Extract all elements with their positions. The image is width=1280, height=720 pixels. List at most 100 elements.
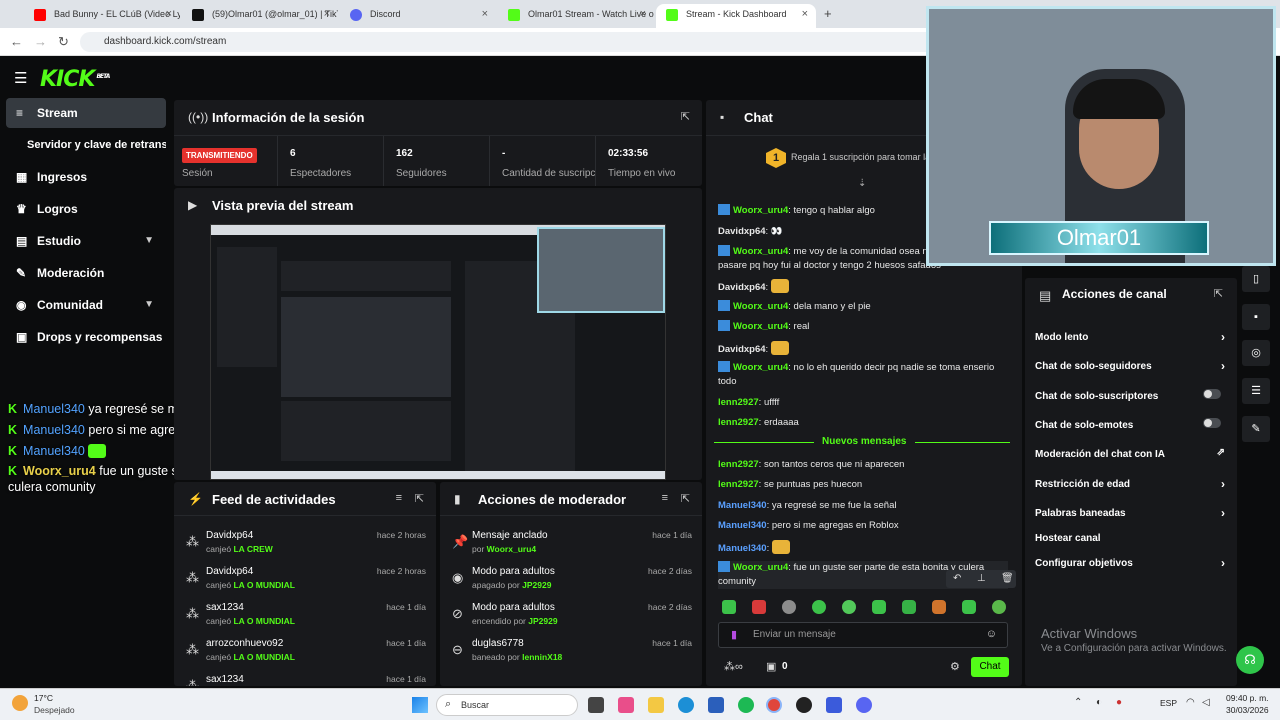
sidebar-item-moderation[interactable]: ✎ Moderación — [6, 258, 166, 288]
pin-icon[interactable]: ⊥ — [977, 573, 986, 584]
kick-badge-icon — [718, 320, 730, 331]
expand-icon[interactable]: ⇱ — [415, 492, 424, 505]
kick-logo[interactable]: KICK BETA — [40, 67, 110, 92]
action-banned-words[interactable]: Palabras baneadas › — [1035, 506, 1225, 520]
settings-icon[interactable]: ⚙ — [950, 660, 960, 673]
filter-icon[interactable]: ≡ — [662, 492, 668, 504]
wifi-icon[interactable]: ◠ — [1186, 697, 1195, 708]
emote-icon[interactable] — [932, 600, 946, 614]
emote-icon[interactable] — [902, 600, 916, 614]
action-slow-mode[interactable]: Modo lento › — [1035, 330, 1225, 344]
users-icon[interactable]: ⁂∞ — [724, 660, 743, 673]
rail-wrench-icon[interactable]: ✎ — [1242, 416, 1270, 442]
sidebar-item-studio[interactable]: ▤ Estudio ▼ — [6, 226, 166, 256]
emote-icon[interactable] — [872, 600, 886, 614]
expand-icon[interactable]: ⇱ — [681, 492, 690, 505]
activity-feed-panel: ⚡ Feed de actividades ≡ ⇱ ⁂ Davidxp64 canj… — [174, 482, 436, 686]
emote-icon[interactable] — [782, 600, 796, 614]
stat-subscriptions: -Cantidad de suscripciones — [490, 136, 596, 186]
pin-icon: 📌 — [452, 534, 469, 549]
back-icon[interactable]: ← — [10, 34, 23, 49]
browser-tab-active[interactable]: Stream - Kick Dashboard × — [656, 4, 816, 28]
revenue-icon: ▦ — [16, 170, 28, 184]
task-view-icon[interactable] — [588, 697, 604, 713]
chevron-up-icon[interactable]: ⌃ — [1074, 697, 1082, 708]
help-icon[interactable]: ☊ — [1236, 646, 1264, 674]
expand-icon[interactable]: ⇱ — [681, 110, 690, 123]
sub-gift-banner[interactable]: Regala 1 suscripción para tomar la — [791, 152, 930, 162]
sidebar-item-drops[interactable]: ▣ Drops y recompensas — [6, 322, 166, 352]
delete-icon[interactable]: 🗑 — [1001, 573, 1014, 584]
trophy-icon: ♛ — [16, 202, 27, 216]
tray-icon[interactable]: ● — [1116, 697, 1122, 708]
close-tab-icon[interactable]: × — [482, 4, 488, 24]
chrome-icon[interactable] — [766, 697, 782, 713]
emote-icon[interactable] — [992, 600, 1006, 614]
close-tab-icon[interactable]: × — [802, 4, 808, 24]
action-followers-only[interactable]: Chat de solo-seguidores › — [1035, 359, 1225, 373]
sidebar-item-community[interactable]: ◉ Comunidad ▼ — [6, 290, 166, 320]
scroll-arrow-icon[interactable]: ⇣ — [858, 178, 866, 189]
emote-icon[interactable] — [722, 600, 736, 614]
url-field[interactable]: dashboard.kick.com/stream — [80, 32, 960, 52]
emote-icon[interactable] — [842, 600, 856, 614]
clock-date[interactable]: 30/03/2026 — [1226, 705, 1269, 715]
close-tab-icon[interactable]: × — [324, 4, 330, 24]
sidebar-item-revenue[interactable]: ▦ Ingresos — [6, 162, 166, 192]
emote-icon[interactable] — [962, 600, 976, 614]
rail-broadcast-icon[interactable]: ◎ — [1242, 340, 1270, 366]
expand-icon[interactable]: ⇱ — [1214, 287, 1223, 300]
rail-chat-icon[interactable]: ▪ — [1242, 304, 1270, 330]
reply-icon[interactable]: ↶ — [953, 573, 961, 584]
close-tab-icon[interactable]: × — [166, 4, 172, 24]
app-icon[interactable] — [826, 697, 842, 713]
forward-icon[interactable]: → — [34, 34, 47, 49]
volume-icon[interactable]: ◁ — [1202, 697, 1210, 708]
spotify-icon[interactable] — [738, 697, 754, 713]
emotes-only-toggle[interactable] — [1203, 418, 1221, 428]
browser-tab[interactable]: Olmar01 Stream - Watch Live o × — [498, 4, 654, 28]
copilot-icon[interactable] — [618, 697, 634, 713]
discord-icon[interactable] — [856, 697, 872, 713]
message-actions: ↶ ⊥ 🗑 — [946, 570, 1016, 588]
rail-document-icon[interactable]: ▯ — [1242, 266, 1270, 292]
chevron-down-icon: ▼ — [144, 235, 154, 246]
close-tab-icon[interactable]: × — [640, 4, 646, 24]
stream-preview-video[interactable] — [210, 224, 666, 480]
sidebar-item-server-key[interactable]: Servidor y clave de retransn — [6, 130, 166, 160]
rail-list-icon[interactable]: ☰ — [1242, 378, 1270, 404]
browser-tab[interactable]: Bad Bunny - EL CLúB (Video Ly × — [24, 4, 180, 28]
chat-send-button[interactable]: Chat — [971, 657, 1009, 677]
chat-input[interactable]: ▮ Enviar un mensaje ☺ — [718, 622, 1008, 648]
edge-icon[interactable] — [678, 697, 694, 713]
emote-icon[interactable] — [752, 600, 766, 614]
feed-row: ⁂ sax1234 canjeó LA O MUNDIAL hace 1 día — [186, 602, 426, 626]
store-icon[interactable] — [708, 697, 724, 713]
action-age-restriction[interactable]: Restricción de edad › — [1035, 477, 1225, 491]
action-ai-moderation[interactable]: Moderación del chat con IA ⇗ — [1035, 447, 1225, 460]
app-icon[interactable] — [796, 697, 812, 713]
reload-icon[interactable]: ↻ — [58, 34, 69, 50]
chat-message: Davidxp64: — [718, 341, 1008, 357]
tray-icon[interactable]: ◐ — [1096, 697, 1102, 708]
action-goals[interactable]: Configurar objetivos › — [1035, 556, 1225, 570]
weather-icon[interactable] — [12, 695, 28, 711]
menu-icon[interactable]: ☰ — [14, 69, 27, 87]
language-indicator[interactable]: ESP — [1160, 698, 1177, 708]
sidebar-item-achievements[interactable]: ♛ Logros — [6, 194, 166, 224]
file-explorer-icon[interactable] — [648, 697, 664, 713]
microphone-icon[interactable]: ▮ — [731, 628, 737, 641]
emoji-icon[interactable]: ☺ — [986, 628, 997, 640]
windows-start-icon[interactable] — [412, 697, 428, 713]
clock-time[interactable]: 09:40 p. m. — [1226, 693, 1269, 703]
filter-icon[interactable]: ≡ — [396, 492, 402, 504]
emote-icon[interactable] — [812, 600, 826, 614]
sidebar-item-stream[interactable]: ≡ Stream — [6, 98, 166, 128]
browser-tab[interactable]: (59)Olmar01 (@olmar_01) | TikT × — [182, 4, 338, 28]
subscribers-only-toggle[interactable] — [1203, 389, 1221, 399]
action-host-channel[interactable]: Hostear canal — [1035, 533, 1225, 544]
browser-tab[interactable]: Discord × — [340, 4, 496, 28]
gift-icon[interactable]: ▣ — [766, 660, 776, 673]
new-tab-button[interactable]: + — [824, 6, 832, 21]
taskbar-search[interactable]: ⌕ Buscar — [436, 694, 578, 716]
